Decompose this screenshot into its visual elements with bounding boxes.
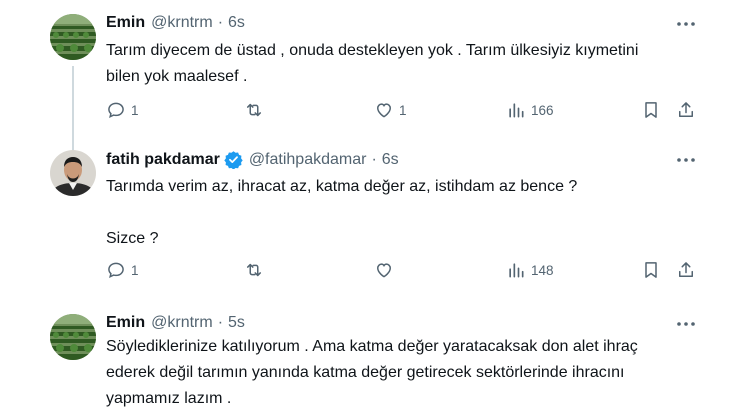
tweet-header: Emin @krntrm · 6s [106, 14, 245, 32]
reply-count: 1 [131, 102, 139, 118]
author-handle[interactable]: @krntrm [151, 14, 213, 32]
views-button[interactable]: 166 [506, 100, 554, 120]
reply-button[interactable]: 1 [106, 260, 139, 280]
avatar-fatih-pakdamar[interactable] [50, 150, 96, 196]
heart-icon [376, 263, 392, 278]
repost-icon [247, 263, 261, 277]
tweet-timestamp[interactable]: 6s [382, 151, 399, 169]
views-chart-icon [509, 263, 524, 278]
reply-icon [108, 102, 124, 118]
like-count: 1 [399, 102, 407, 118]
views-button[interactable]: 148 [506, 260, 554, 280]
reply-count: 1 [131, 262, 139, 278]
share-icon [679, 262, 693, 277]
repost-icon [247, 103, 261, 117]
reply-button[interactable]: 1 [106, 100, 139, 120]
views-count: 148 [531, 262, 554, 278]
author-name[interactable]: Emin [106, 314, 145, 332]
thread-line [72, 66, 74, 152]
author-handle[interactable]: @krntrm [151, 314, 213, 332]
tweet-timestamp[interactable]: 5s [228, 314, 245, 332]
tweet-text: Tarımda verim az, ihracat az, katma değe… [106, 178, 578, 247]
reply-icon [108, 262, 124, 278]
author-name[interactable]: Emin [106, 14, 145, 32]
share-button[interactable] [676, 100, 696, 120]
like-button[interactable]: 1 [374, 100, 407, 120]
separator-dot: · [371, 150, 377, 168]
more-dots-icon[interactable] [674, 314, 698, 334]
share-button[interactable] [676, 260, 696, 280]
bookmark-icon [645, 102, 657, 118]
verified-badge-icon[interactable] [224, 150, 243, 170]
separator-dot: · [217, 14, 224, 31]
bookmark-button[interactable] [641, 260, 661, 280]
tweet-timestamp[interactable]: 6s [228, 14, 245, 32]
separator-dot: · [217, 314, 224, 331]
tweet-actions: 1 1 166 [106, 100, 696, 122]
bookmark-icon [645, 262, 657, 278]
views-count: 166 [531, 102, 554, 118]
avatar-emin[interactable] [50, 14, 96, 60]
repost-button[interactable] [244, 100, 269, 120]
avatar-emin[interactable] [50, 314, 96, 360]
more-dots-icon[interactable] [674, 150, 698, 170]
share-icon [679, 102, 693, 117]
repost-button[interactable] [244, 260, 269, 280]
tweet-actions: 1 148 [106, 260, 696, 282]
views-chart-icon [509, 103, 524, 118]
author-name[interactable]: fatih pakdamar [106, 151, 220, 169]
more-dots-icon[interactable] [674, 14, 698, 34]
tweet-header: fatih pakdamar @fatihpakdamar · 6s [106, 150, 399, 170]
heart-icon [376, 103, 392, 118]
tweet-header: Emin @krntrm · 5s [106, 314, 245, 332]
author-handle[interactable]: @fatihpakdamar [249, 151, 367, 169]
tweet-text: Tarım diyecem de üstad , onuda destekley… [106, 42, 639, 85]
tweet-text: Söylediklerinize katılıyorum . Ama katma… [106, 338, 638, 407]
bookmark-button[interactable] [641, 100, 661, 120]
like-button[interactable] [374, 260, 399, 280]
